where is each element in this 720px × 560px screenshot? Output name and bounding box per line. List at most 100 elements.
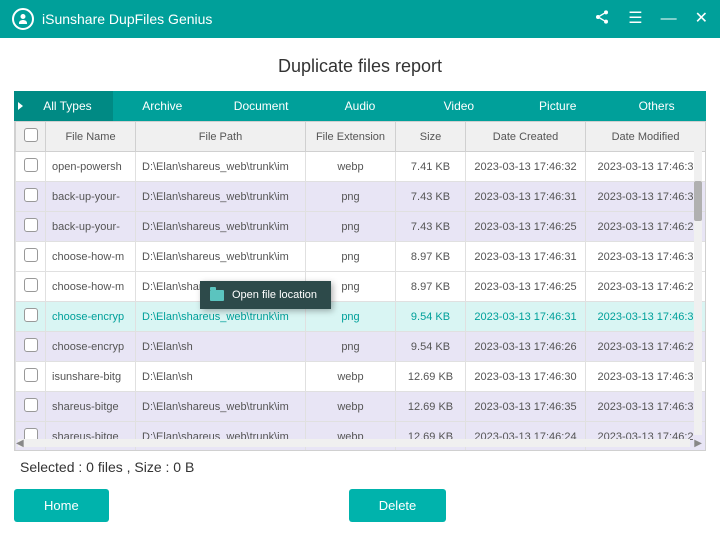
cell-size: 7.41 KB bbox=[396, 152, 466, 182]
column-date-modified[interactable]: Date Modified bbox=[586, 122, 706, 152]
cell-size: 9.54 KB bbox=[396, 332, 466, 362]
cell-created: 2023-03-13 17:46:25 bbox=[466, 272, 586, 302]
column-file-path[interactable]: File Path bbox=[136, 122, 306, 152]
cell-modified: 2023-03-13 17:46:3 bbox=[586, 242, 706, 272]
cell-name: open-powersh bbox=[46, 152, 136, 182]
cell-modified: 2023-03-13 17:46:3 bbox=[586, 392, 706, 422]
cell-path: D:\Elan\shareus_web\trunk\im bbox=[136, 212, 306, 242]
cell-size: 7.43 KB bbox=[396, 212, 466, 242]
cell-name: choose-encryp bbox=[46, 332, 136, 362]
row-checkbox[interactable] bbox=[16, 272, 46, 302]
tab-picture[interactable]: Picture bbox=[508, 91, 607, 121]
tab-others[interactable]: Others bbox=[607, 91, 706, 121]
app-title: iSunshare DupFiles Genius bbox=[42, 11, 594, 27]
row-checkbox[interactable] bbox=[16, 152, 46, 182]
column-file-name[interactable]: File Name bbox=[46, 122, 136, 152]
tab-document[interactable]: Document bbox=[212, 91, 311, 121]
cell-modified: 2023-03-13 17:46:3 bbox=[586, 182, 706, 212]
file-table-wrap: File NameFile PathFile ExtensionSizeDate… bbox=[14, 121, 706, 451]
cell-path: D:\Elan\shareus_web\trunk\im bbox=[136, 152, 306, 182]
table-row[interactable]: open-powershD:\Elan\shareus_web\trunk\im… bbox=[16, 152, 706, 182]
table-row[interactable]: choose-how-mD:\Elan\shareus_web\trunk\im… bbox=[16, 242, 706, 272]
cell-ext: webp bbox=[306, 362, 396, 392]
column-file-extension[interactable]: File Extension bbox=[306, 122, 396, 152]
row-checkbox[interactable] bbox=[16, 182, 46, 212]
row-checkbox[interactable] bbox=[16, 212, 46, 242]
cell-name: choose-encryp bbox=[46, 302, 136, 332]
table-row[interactable]: shareus-bitgeD:\Elan\shareus_web\trunk\i… bbox=[16, 392, 706, 422]
tab-video[interactable]: Video bbox=[409, 91, 508, 121]
cell-size: 8.97 KB bbox=[396, 272, 466, 302]
context-menu-label[interactable]: Open file location bbox=[232, 289, 317, 301]
home-button[interactable]: Home bbox=[14, 489, 109, 522]
select-all-header[interactable] bbox=[16, 122, 46, 152]
row-checkbox[interactable] bbox=[16, 242, 46, 272]
table-row[interactable]: isunshare-bitgD:\Elan\shwebp12.69 KB2023… bbox=[16, 362, 706, 392]
cell-path: D:\Elan\shareus_web\trunk\im bbox=[136, 182, 306, 212]
horizontal-scrollbar[interactable]: ◀▶ bbox=[18, 439, 690, 447]
titlebar: iSunshare DupFiles Genius ☰ — ✕ bbox=[0, 0, 720, 38]
column-date-created[interactable]: Date Created bbox=[466, 122, 586, 152]
table-row[interactable]: choose-encrypD:\Elan\shpng9.54 KB2023-03… bbox=[16, 332, 706, 362]
cell-created: 2023-03-13 17:46:26 bbox=[466, 332, 586, 362]
cell-name: isunshare-bitg bbox=[46, 362, 136, 392]
delete-button[interactable]: Delete bbox=[349, 489, 447, 522]
cell-created: 2023-03-13 17:46:30 bbox=[466, 362, 586, 392]
tab-archive[interactable]: Archive bbox=[113, 91, 212, 121]
cell-modified: 2023-03-13 17:46:2 bbox=[586, 272, 706, 302]
row-checkbox[interactable] bbox=[16, 392, 46, 422]
cell-path: D:\Elan\sh bbox=[136, 362, 306, 392]
cell-name: shareus-bitge bbox=[46, 392, 136, 422]
table-row[interactable]: choose-how-mD:\Elan\shareus_web\trunk\im… bbox=[16, 272, 706, 302]
row-checkbox[interactable] bbox=[16, 332, 46, 362]
cell-size: 12.69 KB bbox=[396, 392, 466, 422]
table-row[interactable]: choose-encrypD:\Elan\shareus_web\trunk\i… bbox=[16, 302, 706, 332]
tab-all-types[interactable]: All Types bbox=[14, 91, 113, 121]
cell-ext: png bbox=[306, 212, 396, 242]
context-menu[interactable]: Open file location bbox=[200, 281, 331, 309]
table-row[interactable]: back-up-your-D:\Elan\shareus_web\trunk\i… bbox=[16, 182, 706, 212]
cell-modified: 2023-03-13 17:46:2 bbox=[586, 212, 706, 242]
cell-path: D:\Elan\shareus_web\trunk\im bbox=[136, 392, 306, 422]
cell-ext: png bbox=[306, 332, 396, 362]
menu-icon[interactable]: ☰ bbox=[628, 11, 642, 27]
cell-size: 9.54 KB bbox=[396, 302, 466, 332]
cell-created: 2023-03-13 17:46:31 bbox=[466, 242, 586, 272]
share-icon[interactable] bbox=[594, 9, 610, 29]
cell-name: choose-how-m bbox=[46, 242, 136, 272]
column-size[interactable]: Size bbox=[396, 122, 466, 152]
filter-tabs: All TypesArchiveDocumentAudioVideoPictur… bbox=[14, 91, 706, 121]
cell-size: 8.97 KB bbox=[396, 242, 466, 272]
cell-modified: 2023-03-13 17:46:2 bbox=[586, 332, 706, 362]
cell-name: choose-how-m bbox=[46, 272, 136, 302]
vertical-scrollbar[interactable] bbox=[694, 151, 702, 435]
row-checkbox[interactable] bbox=[16, 302, 46, 332]
minimize-icon[interactable]: — bbox=[661, 11, 677, 27]
selection-status: Selected : 0 files , Size : 0 B bbox=[14, 451, 706, 483]
cell-ext: png bbox=[306, 182, 396, 212]
cell-size: 7.43 KB bbox=[396, 182, 466, 212]
folder-icon bbox=[210, 290, 224, 301]
row-checkbox[interactable] bbox=[16, 362, 46, 392]
cell-modified: 2023-03-13 17:46:3 bbox=[586, 302, 706, 332]
cell-name: back-up-your- bbox=[46, 212, 136, 242]
cell-modified: 2023-03-13 17:46:3 bbox=[586, 362, 706, 392]
cell-ext: webp bbox=[306, 392, 396, 422]
file-table: File NameFile PathFile ExtensionSizeDate… bbox=[15, 121, 706, 451]
cell-created: 2023-03-13 17:46:35 bbox=[466, 392, 586, 422]
cell-modified: 2023-03-13 17:46:3 bbox=[586, 152, 706, 182]
tab-audio[interactable]: Audio bbox=[311, 91, 410, 121]
cell-created: 2023-03-13 17:46:25 bbox=[466, 212, 586, 242]
cell-name: back-up-your- bbox=[46, 182, 136, 212]
page-title: Duplicate files report bbox=[0, 38, 720, 91]
cell-ext: webp bbox=[306, 152, 396, 182]
cell-created: 2023-03-13 17:46:31 bbox=[466, 182, 586, 212]
close-icon[interactable]: ✕ bbox=[695, 11, 708, 27]
app-logo-icon bbox=[12, 8, 34, 30]
table-row[interactable]: back-up-your-D:\Elan\shareus_web\trunk\i… bbox=[16, 212, 706, 242]
cell-path: D:\Elan\sh bbox=[136, 332, 306, 362]
cell-size: 12.69 KB bbox=[396, 362, 466, 392]
cell-path: D:\Elan\shareus_web\trunk\im bbox=[136, 242, 306, 272]
cell-ext: png bbox=[306, 242, 396, 272]
cell-created: 2023-03-13 17:46:31 bbox=[466, 302, 586, 332]
